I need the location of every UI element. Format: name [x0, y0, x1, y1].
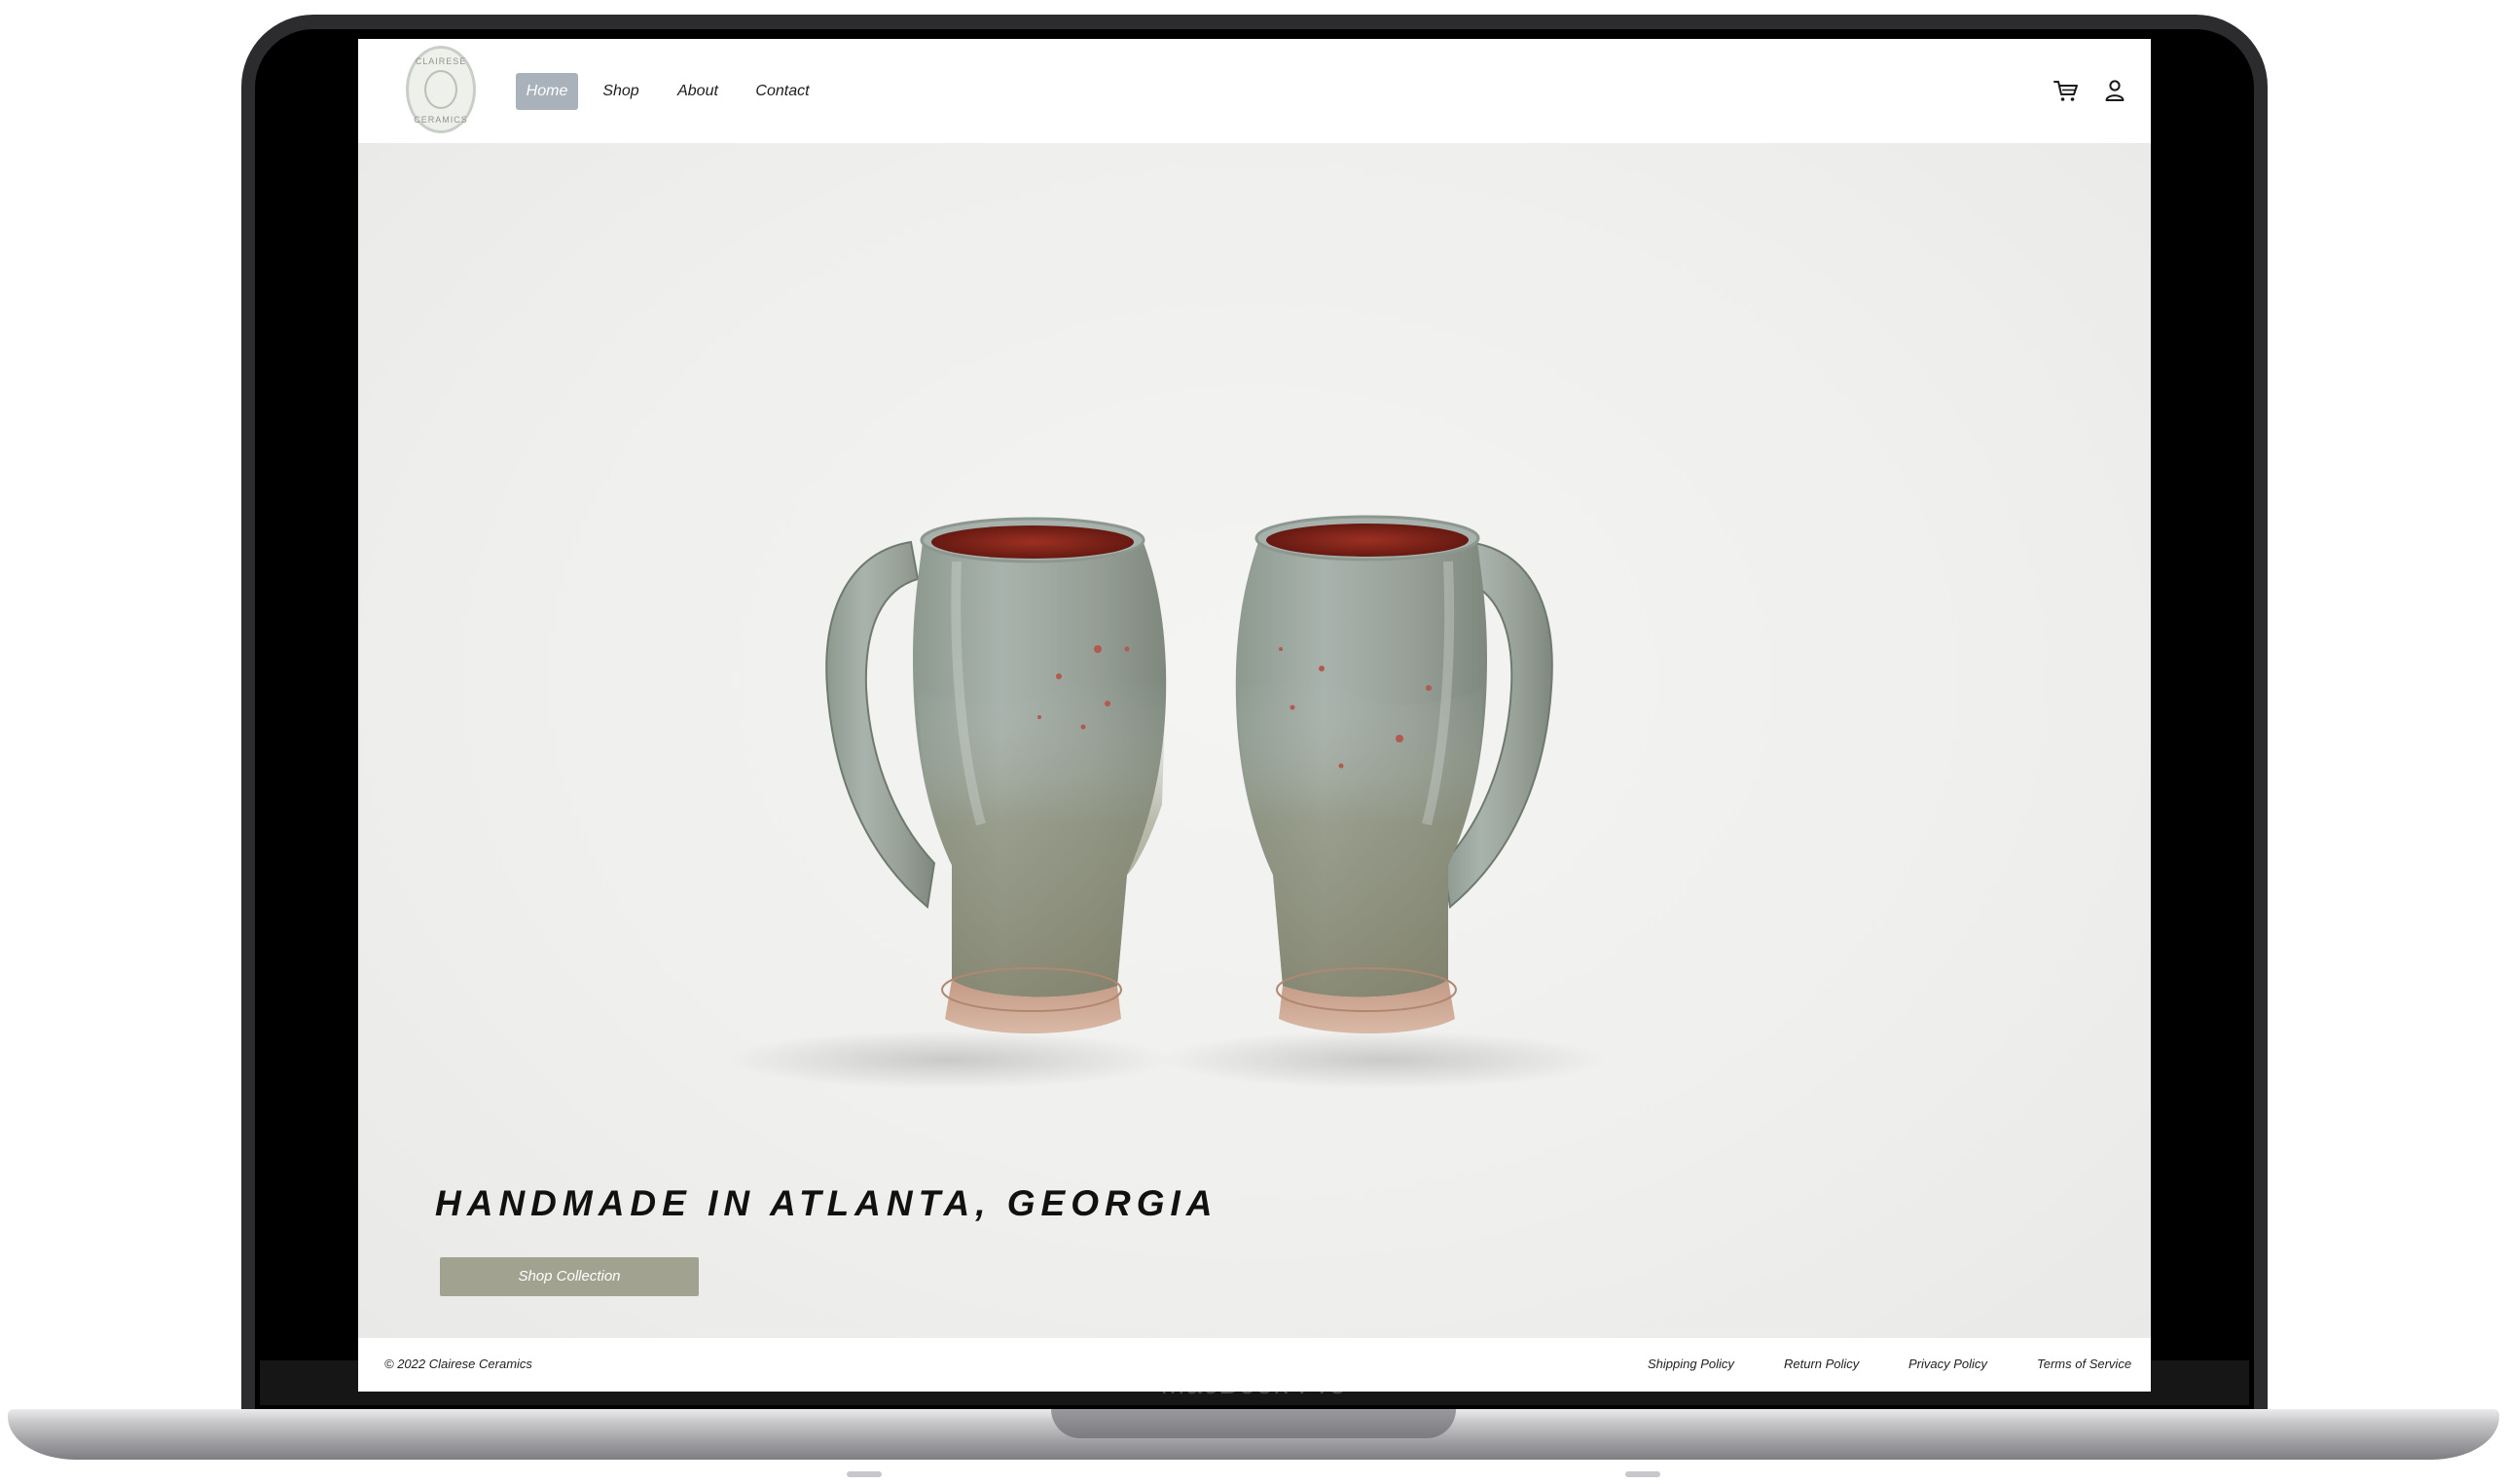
site-footer: © 2022 Clairese Ceramics Shipping Policy… [358, 1338, 2151, 1392]
shop-collection-button[interactable]: Shop Collection [440, 1257, 699, 1296]
browser-viewport: CLAIRESE CERAMICS Home Shop About Contac… [358, 39, 2151, 1392]
cart-icon[interactable] [2052, 76, 2081, 105]
site-header: CLAIRESE CERAMICS Home Shop About Contac… [358, 39, 2151, 143]
user-icon[interactable] [2100, 76, 2129, 105]
mug-left [825, 517, 1167, 1033]
copyright-text: © 2022 Clairese Ceramics [384, 1357, 532, 1371]
footer-link-privacy-policy[interactable]: Privacy Policy [1908, 1357, 1987, 1371]
nav-contact[interactable]: Contact [744, 73, 821, 110]
footer-link-terms-of-service[interactable]: Terms of Service [2037, 1357, 2131, 1371]
hero-title: HANDMADE IN ATLANTA, GEORGIA [435, 1183, 1218, 1223]
laptop-foot-right [1625, 1471, 1660, 1477]
logo-text-bottom: CERAMICS [414, 115, 468, 125]
mug-right-shadow [1159, 1031, 1607, 1089]
logo-text-top: CLAIRESE [415, 56, 467, 66]
nav-about[interactable]: About [664, 73, 732, 110]
laptop-foot-left [847, 1471, 882, 1477]
logo-emblem [424, 70, 457, 109]
hero-image-mugs [726, 515, 1607, 1089]
mug-left-shadow [726, 1031, 1174, 1089]
laptop-hinge-notch [1051, 1409, 1456, 1438]
mug-right [1235, 515, 1553, 1033]
nav-shop[interactable]: Shop [590, 73, 652, 110]
footer-link-shipping-policy[interactable]: Shipping Policy [1648, 1357, 1734, 1371]
site-logo[interactable]: CLAIRESE CERAMICS [406, 46, 476, 133]
nav-home[interactable]: Home [516, 73, 578, 110]
hero-section: HANDMADE IN ATLANTA, GEORGIA Shop Collec… [358, 143, 2151, 1338]
footer-link-return-policy[interactable]: Return Policy [1784, 1357, 1859, 1371]
